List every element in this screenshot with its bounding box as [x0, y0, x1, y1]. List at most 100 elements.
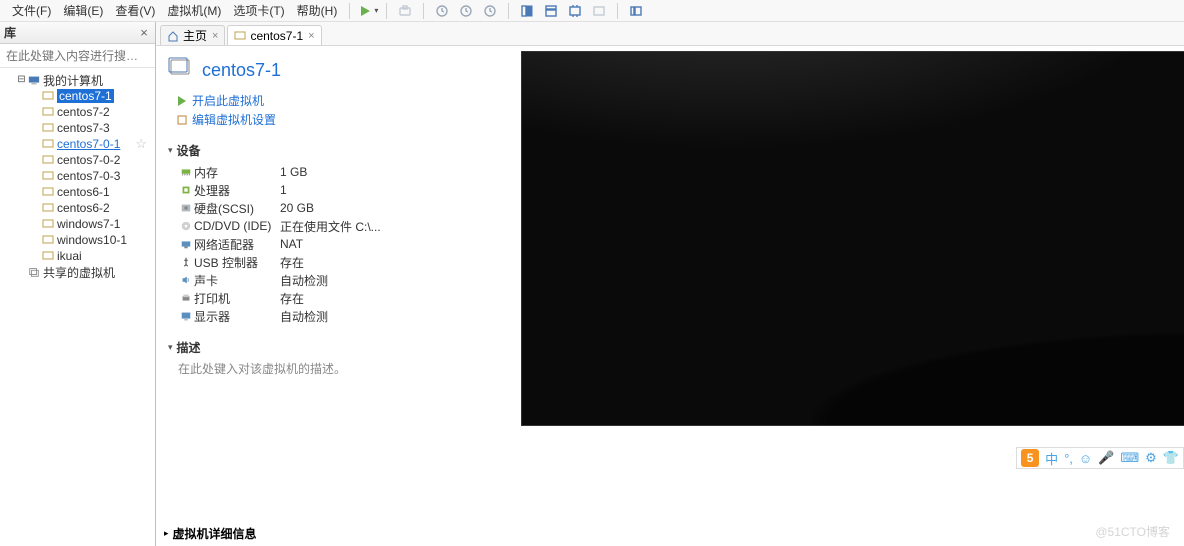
menu-file[interactable]: 文件(F) — [6, 0, 57, 21]
memory-icon — [178, 165, 194, 179]
tree-item-centos6-2[interactable]: centos6-2 — [2, 200, 153, 216]
device-name: CD/DVD (IDE) — [194, 219, 280, 233]
fullscreen-icon[interactable] — [564, 2, 586, 20]
menu-vm[interactable]: 虚拟机(M) — [161, 0, 227, 21]
vm-tree: ⊟ 我的计算机 centos7-1 centos7-2 centos7-3 ce… — [0, 68, 155, 546]
device-row[interactable]: 处理器1 — [178, 181, 499, 199]
unity-icon[interactable] — [588, 2, 610, 20]
tree-item-ikuai[interactable]: ikuai — [2, 248, 153, 264]
menubar: 文件(F) 编辑(E) 查看(V) 虚拟机(M) 选项卡(T) 帮助(H) ▾ — [0, 0, 1184, 22]
tree-item-centos7-0-2[interactable]: centos7-0-2 — [2, 152, 153, 168]
menu-help[interactable]: 帮助(H) — [291, 0, 344, 21]
ime-lang[interactable]: 中 — [1045, 449, 1058, 468]
cd-icon — [178, 219, 194, 233]
layout1-icon[interactable] — [516, 2, 538, 20]
menu-view[interactable]: 查看(V) — [109, 0, 161, 21]
device-row[interactable]: 声卡自动检测 — [178, 271, 499, 289]
printer-icon — [178, 291, 194, 305]
ime-keyboard-icon[interactable]: ⌨ — [1120, 450, 1139, 466]
home-icon — [167, 29, 180, 42]
tree-item-centos7-3[interactable]: centos7-3 — [2, 120, 153, 136]
device-value: 存在 — [280, 254, 304, 271]
ime-toolbar[interactable]: 5 中 °, ☺ 🎤 ⌨ ⚙ 👕 — [1016, 447, 1184, 469]
device-row[interactable]: 打印机存在 — [178, 289, 499, 307]
device-row[interactable]: 网络适配器NAT — [178, 235, 499, 253]
edit-settings-link[interactable]: 编辑虚拟机设置 — [176, 111, 499, 128]
search-input[interactable] — [6, 49, 161, 63]
main-panel: 主页 × centos7-1 × centos7-1 开启此虚拟机 — [156, 22, 1184, 546]
ime-emoji-icon[interactable]: ☺ — [1079, 451, 1092, 466]
device-value: 1 — [280, 183, 287, 197]
tree-root-mycomputer[interactable]: ⊟ 我的计算机 — [2, 72, 153, 88]
tree-item-centos7-2[interactable]: centos7-2 — [2, 104, 153, 120]
device-name: 内存 — [194, 164, 280, 181]
device-row[interactable]: CD/DVD (IDE)正在使用文件 C:\... — [178, 217, 499, 235]
tree-item-windows10-1[interactable]: windows10-1 — [2, 232, 153, 248]
display-icon — [178, 309, 194, 323]
library-icon[interactable] — [625, 2, 647, 20]
device-row[interactable]: 硬盘(SCSI)20 GB — [178, 199, 499, 217]
device-value: 自动检测 — [280, 308, 328, 325]
vm-title: centos7-1 — [202, 60, 281, 81]
tab-home[interactable]: 主页 × — [160, 25, 225, 45]
device-name: 显示器 — [194, 308, 280, 325]
vm-icon — [41, 105, 55, 119]
vm-icon — [41, 153, 55, 167]
snapshot-icon[interactable] — [394, 2, 416, 20]
device-name: 处理器 — [194, 182, 280, 199]
menu-edit[interactable]: 编辑(E) — [57, 0, 109, 21]
close-tab-icon[interactable]: × — [308, 30, 314, 42]
section-vm-details[interactable]: ▸虚拟机详细信息 — [156, 525, 257, 542]
tree-item-centos7-1[interactable]: centos7-1 — [2, 88, 153, 104]
tab-vm-active[interactable]: centos7-1 × — [227, 25, 321, 45]
vm-screen-preview[interactable] — [521, 51, 1184, 426]
device-value: 存在 — [280, 290, 304, 307]
layout2-icon[interactable] — [540, 2, 562, 20]
clock2-icon[interactable] — [455, 2, 477, 20]
vm-icon — [41, 121, 55, 135]
close-sidebar-button[interactable]: × — [137, 25, 151, 40]
section-description[interactable]: ▾描述 — [168, 339, 499, 356]
play-button[interactable]: ▾ — [357, 2, 379, 20]
device-name: 声卡 — [194, 272, 280, 289]
sound-icon — [178, 273, 194, 287]
search-box[interactable]: ▾ — [0, 44, 155, 68]
section-devices[interactable]: ▾设备 — [168, 142, 499, 159]
device-name: USB 控制器 — [194, 254, 280, 271]
ime-badge[interactable]: 5 — [1021, 449, 1039, 467]
vm-icon — [41, 137, 55, 151]
vm-tab-icon — [234, 29, 247, 42]
device-value: 20 GB — [280, 201, 314, 215]
device-value: 1 GB — [280, 165, 307, 179]
tree-item-windows7-1[interactable]: windows7-1 — [2, 216, 153, 232]
sidebar: 库 × ▾ ⊟ 我的计算机 centos7-1 centos7-2 centos… — [0, 22, 156, 546]
description-placeholder[interactable]: 在此处键入对该虚拟机的描述。 — [178, 360, 499, 377]
ime-settings-icon[interactable]: ⚙ — [1145, 450, 1157, 466]
clock3-icon[interactable] — [479, 2, 501, 20]
vm-icon — [41, 201, 55, 215]
device-name: 硬盘(SCSI) — [194, 200, 280, 217]
vm-icon — [41, 249, 55, 263]
ime-punct-icon[interactable]: °, — [1064, 451, 1073, 466]
ime-mic-icon[interactable]: 🎤 — [1098, 450, 1114, 466]
tree-item-centos6-1[interactable]: centos6-1 — [2, 184, 153, 200]
device-row[interactable]: 内存1 GB — [178, 163, 499, 181]
menu-tabs[interactable]: 选项卡(T) — [227, 0, 290, 21]
device-row[interactable]: USB 控制器存在 — [178, 253, 499, 271]
power-on-link[interactable]: 开启此虚拟机 — [176, 92, 499, 109]
tree-item-centos7-0-1[interactable]: centos7-0-1☆ — [2, 136, 153, 152]
device-row[interactable]: 显示器自动检测 — [178, 307, 499, 325]
tab-bar: 主页 × centos7-1 × — [156, 22, 1184, 46]
tree-shared-vms[interactable]: 共享的虚拟机 — [2, 264, 153, 280]
close-tab-icon[interactable]: × — [212, 30, 218, 42]
watermark: @51CTO博客 — [1095, 523, 1170, 540]
star-icon[interactable]: ☆ — [135, 136, 151, 152]
vm-details: centos7-1 开启此虚拟机 编辑虚拟机设置 ▾设备 内存1 GB处理器1硬… — [156, 46, 511, 546]
vm-icon — [41, 185, 55, 199]
net-icon — [178, 237, 194, 251]
clock1-icon[interactable] — [431, 2, 453, 20]
tree-item-centos7-0-3[interactable]: centos7-0-3 — [2, 168, 153, 184]
ime-skin-icon[interactable]: 👕 — [1163, 450, 1179, 466]
usb-icon — [178, 255, 194, 269]
device-value: NAT — [280, 237, 303, 251]
